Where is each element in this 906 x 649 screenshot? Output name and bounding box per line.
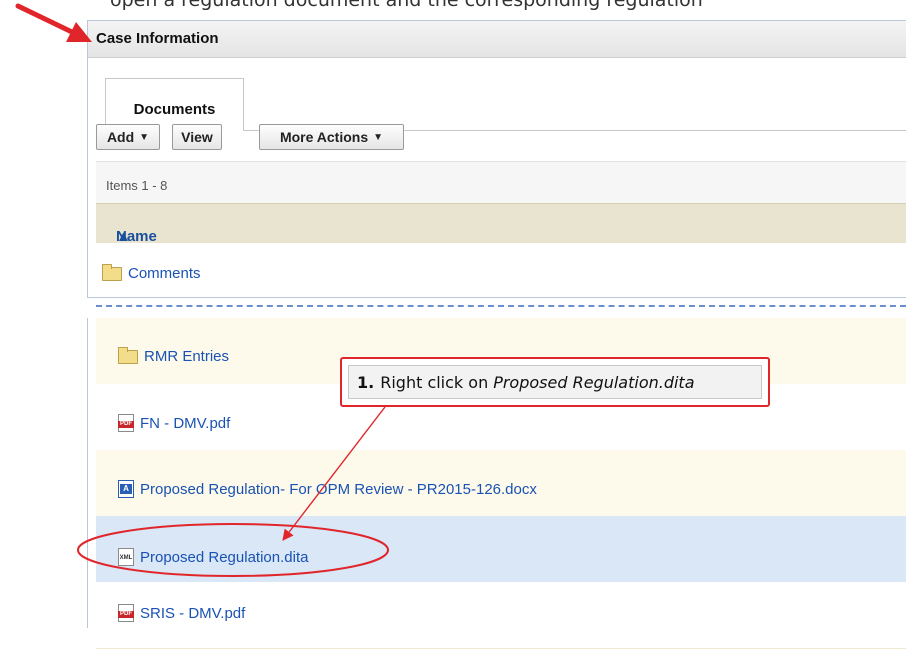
docx-icon: A xyxy=(118,480,134,498)
pdf-icon: PDF xyxy=(118,604,134,622)
more-actions-label: More Actions xyxy=(279,129,369,145)
table-row-selected[interactable]: XML Proposed Regulation.dita xyxy=(96,516,906,583)
items-count: Items 1 - 8 xyxy=(106,178,168,193)
clipped-instruction-text: open a regulation document and the corre… xyxy=(110,0,703,11)
row-link[interactable]: FN - DMV.pdf xyxy=(140,415,230,432)
annotation-callout: 1. Right click on Proposed Regulation.di… xyxy=(340,357,770,407)
caret-down-icon: ▼ xyxy=(139,131,150,143)
row-link[interactable]: Proposed Regulation- For OPM Review - PR… xyxy=(140,481,537,498)
row-link[interactable]: RMR Entries xyxy=(144,348,229,365)
callout-step: 1. xyxy=(357,372,375,392)
items-count-bar: Items 1 - 8 xyxy=(96,161,906,204)
table-row[interactable]: Comments xyxy=(96,243,906,297)
add-button-label: Add xyxy=(106,129,135,145)
tab-documents-label: Documents xyxy=(133,101,216,118)
view-button-label: View xyxy=(181,129,213,145)
panel-title: Case Information xyxy=(96,30,219,47)
row-link[interactable]: SRIS - DMV.pdf xyxy=(140,605,245,622)
pointer-arrow-icon xyxy=(15,3,92,42)
row-link[interactable]: Proposed Regulation.dita xyxy=(140,549,308,566)
case-information-panel: Case Information Documents Add ▼ View Mo… xyxy=(87,20,906,298)
table-row[interactable]: PDF SRIS - DMV.pdf xyxy=(96,582,906,649)
folder-icon xyxy=(118,346,138,364)
add-button[interactable]: Add ▼ xyxy=(96,124,160,150)
row-link[interactable]: Comments xyxy=(128,265,201,282)
xml-icon: XML xyxy=(118,548,134,566)
callout-content: 1. Right click on Proposed Regulation.di… xyxy=(348,365,762,399)
folder-icon xyxy=(102,263,122,281)
name-column-header[interactable]: ▲ Name xyxy=(96,203,906,245)
table-row[interactable]: A Proposed Regulation- For OPM Review - … xyxy=(96,450,906,517)
dashed-separator xyxy=(96,305,906,307)
callout-text: Right click on xyxy=(380,372,489,392)
caret-down-icon: ▼ xyxy=(373,131,384,143)
callout-target: Proposed Regulation.dita xyxy=(493,372,695,392)
view-button[interactable]: View xyxy=(172,124,222,150)
panel-header: Case Information xyxy=(88,21,906,58)
more-actions-button[interactable]: More Actions ▼ xyxy=(259,124,404,150)
pdf-icon: PDF xyxy=(118,414,134,432)
